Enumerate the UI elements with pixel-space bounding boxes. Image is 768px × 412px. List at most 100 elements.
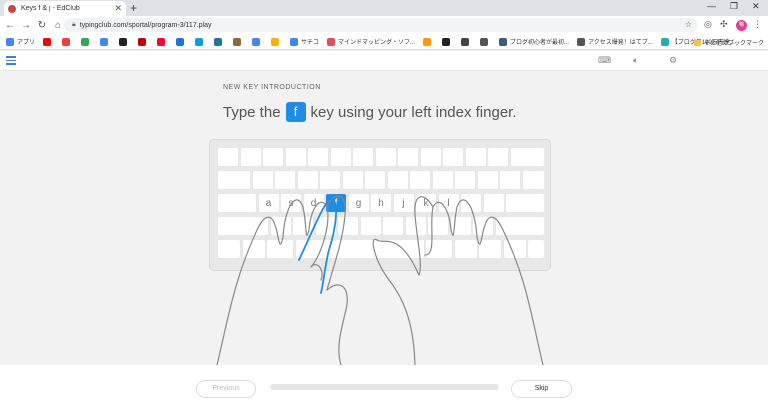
bookmark-item[interactable]: ブログ初心者が最初... bbox=[499, 37, 569, 46]
keyboard-key bbox=[443, 148, 463, 166]
keyboard-key bbox=[503, 240, 526, 258]
bookmark-item[interactable] bbox=[461, 37, 472, 46]
address-bar[interactable]: 🔒︎ typingclub.com/sportal/program-3/117.… bbox=[64, 18, 698, 32]
bookmark-favicon-icon bbox=[290, 37, 299, 46]
keyboard-key bbox=[450, 217, 471, 235]
bookmark-favicon-icon bbox=[176, 37, 185, 46]
bookmark-label: ブログ初心者が最初... bbox=[510, 40, 570, 46]
window-close-icon[interactable]: ✕ bbox=[752, 1, 760, 12]
bookmark-favicon-icon bbox=[233, 37, 242, 46]
keyboard-key bbox=[263, 148, 283, 166]
lesson-type-label: NEW KEY INTRODUCTION bbox=[223, 84, 321, 91]
bookmark-item[interactable] bbox=[157, 37, 168, 46]
toolbar: ← → ↻ ⌂ 🔒︎ typingclub.com/sportal/progra… bbox=[0, 16, 768, 34]
new-tab-icon[interactable]: + bbox=[130, 1, 137, 15]
bookmark-favicon-icon bbox=[327, 37, 336, 46]
keyboard-key bbox=[218, 194, 256, 212]
keyboard-settings-icon[interactable]: ⌨ bbox=[598, 55, 611, 66]
other-bookmarks[interactable]: その他のブックマーク bbox=[693, 38, 764, 47]
target-key-badge: f bbox=[285, 102, 306, 122]
reload-icon[interactable]: ↻ bbox=[34, 20, 50, 31]
edclub-favicon-icon bbox=[8, 4, 16, 13]
keyboard-key bbox=[295, 240, 424, 258]
hamburger-menu-icon[interactable] bbox=[6, 56, 16, 67]
bookmark-favicon-icon bbox=[252, 37, 261, 46]
extension-icon[interactable]: ◎ bbox=[704, 19, 712, 30]
browser-tab[interactable]: Keys f & j - EdClub ✕ bbox=[4, 1, 126, 16]
bookmark-item[interactable] bbox=[176, 37, 187, 46]
sound-icon[interactable]: 🔈︎ bbox=[633, 55, 638, 66]
keyboard-key bbox=[275, 171, 295, 189]
instruction-text: Type the f key using your left index fin… bbox=[223, 102, 517, 122]
keyboard-key bbox=[252, 171, 273, 189]
keyboard-key bbox=[218, 217, 268, 235]
keyboard-key bbox=[483, 194, 504, 212]
bookmark-favicon-icon bbox=[442, 37, 451, 46]
keyboard-key bbox=[465, 148, 486, 166]
profile-avatar[interactable]: 鴨 bbox=[736, 20, 747, 31]
keyboard-key bbox=[218, 171, 250, 189]
progress-bar bbox=[270, 384, 499, 390]
keyboard-key bbox=[218, 240, 240, 258]
bookmark-favicon-icon bbox=[461, 37, 470, 46]
keyboard-key bbox=[426, 240, 452, 258]
instruction-before: Type the bbox=[223, 103, 281, 121]
bookmark-item[interactable] bbox=[233, 37, 244, 46]
bookmark-item[interactable] bbox=[252, 37, 263, 46]
bookmark-item[interactable] bbox=[43, 37, 54, 46]
bookmark-item[interactable] bbox=[271, 37, 282, 46]
bookmark-favicon-icon bbox=[577, 37, 586, 46]
bookmark-item[interactable] bbox=[81, 37, 92, 46]
skip-button[interactable]: Skip bbox=[511, 380, 572, 398]
bookmark-item[interactable] bbox=[214, 37, 225, 46]
close-tab-icon[interactable]: ✕ bbox=[114, 3, 122, 14]
keyboard-key bbox=[410, 171, 430, 189]
keyboard-key bbox=[455, 171, 475, 189]
key-d: d bbox=[303, 194, 324, 212]
bookmark-item[interactable]: アクセス爆発！はてブ... bbox=[577, 37, 653, 46]
folder-icon bbox=[693, 39, 701, 46]
keyboard-key bbox=[500, 171, 520, 189]
bookmark-favicon-icon bbox=[271, 37, 280, 46]
keyboard-key bbox=[218, 148, 238, 166]
bookmark-label: マインドマッピング・ソフ... bbox=[338, 40, 416, 46]
keyboard-key bbox=[479, 240, 501, 258]
forward-icon[interactable]: → bbox=[18, 20, 34, 31]
bookmark-item[interactable]: サチコ bbox=[290, 37, 319, 46]
back-icon[interactable]: ← bbox=[2, 20, 18, 31]
keyboard-key bbox=[432, 171, 453, 189]
bookmark-favicon-icon bbox=[157, 37, 166, 46]
bookmark-item[interactable] bbox=[195, 37, 206, 46]
bookmark-favicon-icon bbox=[195, 37, 204, 46]
bookmark-item[interactable] bbox=[62, 37, 73, 46]
bookmark-item[interactable] bbox=[423, 37, 434, 46]
bookmark-item[interactable] bbox=[138, 37, 149, 46]
bookmark-item[interactable] bbox=[100, 37, 111, 46]
menu-kebab-icon[interactable]: ⋮ bbox=[753, 19, 762, 30]
keyboard-key bbox=[270, 217, 291, 235]
bookmark-item[interactable] bbox=[480, 37, 491, 46]
extensions-puzzle-icon[interactable]: ✣ bbox=[720, 19, 728, 30]
key-g: g bbox=[348, 194, 369, 212]
minimize-icon[interactable]: — bbox=[707, 1, 716, 11]
bookmark-star-icon[interactable]: ☆ bbox=[685, 20, 692, 29]
keyboard-key bbox=[338, 217, 358, 235]
bookmark-favicon-icon bbox=[100, 37, 109, 46]
bookmark-item[interactable] bbox=[119, 37, 130, 46]
key-f: f bbox=[326, 194, 346, 212]
bookmark-item[interactable]: マインドマッピング・ソフ... bbox=[327, 37, 415, 46]
restore-icon[interactable]: ❐ bbox=[730, 1, 738, 12]
bookmark-item[interactable]: アプリ bbox=[6, 37, 35, 46]
keyboard-key bbox=[342, 171, 363, 189]
keyboard-key bbox=[473, 217, 493, 235]
settings-gear-icon[interactable]: ⚙ bbox=[669, 55, 677, 66]
keyboard-key bbox=[320, 171, 340, 189]
key-j: j bbox=[393, 194, 414, 212]
key-l: l bbox=[438, 194, 459, 212]
bookmark-favicon-icon bbox=[43, 37, 52, 46]
keyboard-key bbox=[477, 171, 498, 189]
bookmark-favicon-icon bbox=[81, 37, 90, 46]
bookmark-item[interactable] bbox=[442, 37, 453, 46]
keyboard-key bbox=[510, 148, 544, 166]
previous-button[interactable]: Previous bbox=[196, 380, 256, 398]
